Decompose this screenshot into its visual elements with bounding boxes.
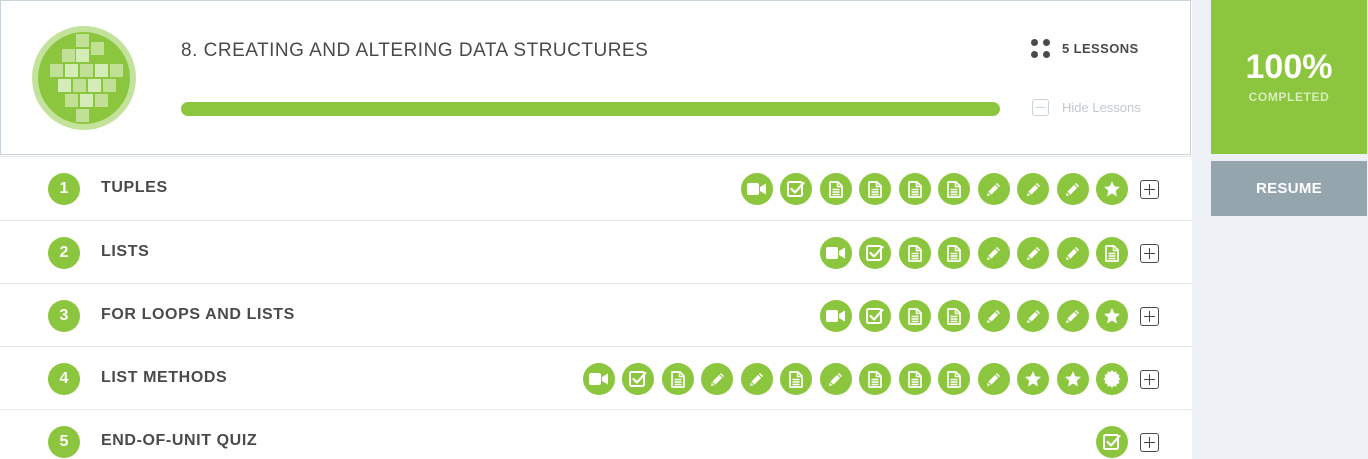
hide-lessons-toggle[interactable]: Hide Lessons xyxy=(1032,99,1141,116)
lesson-row: 4 LIST METHODS xyxy=(0,346,1192,409)
pencil-icon[interactable] xyxy=(740,363,773,395)
unit-progress-bar xyxy=(181,102,1000,116)
video-icon[interactable] xyxy=(819,237,852,269)
pencil-icon[interactable] xyxy=(1056,237,1089,269)
pencil-icon[interactable] xyxy=(819,363,852,395)
lesson-row: 2 LISTS xyxy=(0,220,1192,283)
checkbox-icon[interactable] xyxy=(780,173,812,205)
video-icon[interactable] xyxy=(582,363,615,395)
document-icon[interactable] xyxy=(859,363,891,395)
lesson-row: 3 FOR LOOPS AND LISTS xyxy=(0,283,1192,346)
pencil-icon[interactable] xyxy=(701,363,733,395)
star-icon[interactable] xyxy=(1017,363,1049,395)
pencil-icon[interactable] xyxy=(1056,173,1089,205)
unit-progress-fill xyxy=(181,102,1000,116)
lesson-number: 3 xyxy=(48,300,80,332)
video-icon[interactable] xyxy=(819,300,852,332)
completion-percent: 100% xyxy=(1245,48,1333,86)
document-icon[interactable] xyxy=(938,173,970,205)
document-icon[interactable] xyxy=(661,363,694,395)
expand-lesson-icon[interactable] xyxy=(1140,433,1159,452)
pencil-icon[interactable] xyxy=(977,300,1010,332)
lesson-title[interactable]: FOR LOOPS AND LISTS xyxy=(101,306,295,324)
document-icon[interactable] xyxy=(938,363,970,395)
lesson-title[interactable]: TUPLES xyxy=(101,179,168,197)
document-icon[interactable] xyxy=(898,363,931,395)
pencil-icon[interactable] xyxy=(1017,237,1049,269)
pencil-icon[interactable] xyxy=(977,237,1010,269)
video-icon[interactable] xyxy=(740,173,773,205)
grid-dots-icon xyxy=(1031,39,1050,58)
pencil-icon[interactable] xyxy=(1056,300,1089,332)
lesson-number: 5 xyxy=(48,426,80,458)
lessons-count-label: 5 LESSONS xyxy=(1062,41,1139,56)
pixel-puzzle-badge-icon xyxy=(32,26,136,130)
pencil-icon[interactable] xyxy=(977,363,1010,395)
document-icon[interactable] xyxy=(938,300,970,332)
lesson-number: 1 xyxy=(48,173,80,205)
lesson-title[interactable]: END-OF-UNIT QUIZ xyxy=(101,432,257,450)
lessons-count: 5 LESSONS xyxy=(1031,39,1139,58)
checkbox-icon[interactable] xyxy=(859,237,891,269)
expand-lesson-icon[interactable] xyxy=(1140,244,1159,263)
document-icon[interactable] xyxy=(898,173,931,205)
document-icon[interactable] xyxy=(780,363,812,395)
checkbox-icon[interactable] xyxy=(622,363,654,395)
star-icon[interactable] xyxy=(1056,363,1089,395)
checkbox-icon[interactable] xyxy=(1096,426,1128,458)
document-icon[interactable] xyxy=(898,237,931,269)
unit-title: 8. CREATING AND ALTERING DATA STRUCTURES xyxy=(181,40,649,61)
star-icon[interactable] xyxy=(1096,300,1128,332)
pencil-icon[interactable] xyxy=(977,173,1010,205)
completion-box: 100% COMPLETED xyxy=(1211,0,1367,154)
pencil-icon[interactable] xyxy=(1017,300,1049,332)
lesson-number: 4 xyxy=(48,363,80,395)
document-icon[interactable] xyxy=(859,173,891,205)
expand-lesson-icon[interactable] xyxy=(1140,307,1159,326)
hide-lessons-label: Hide Lessons xyxy=(1062,100,1141,115)
document-icon[interactable] xyxy=(898,300,931,332)
expand-lesson-icon[interactable] xyxy=(1140,180,1159,199)
unit-header: 8. CREATING AND ALTERING DATA STRUCTURES… xyxy=(0,0,1191,155)
star-icon[interactable] xyxy=(1096,173,1128,205)
expand-lesson-icon[interactable] xyxy=(1140,370,1159,389)
completion-label: COMPLETED xyxy=(1248,90,1330,104)
document-icon[interactable] xyxy=(819,173,852,205)
seal-icon[interactable] xyxy=(1096,363,1128,395)
document-icon[interactable] xyxy=(1096,237,1128,269)
pencil-icon[interactable] xyxy=(1017,173,1049,205)
checkbox-icon[interactable] xyxy=(859,300,891,332)
lesson-row: 1 TUPLES xyxy=(0,156,1192,219)
resume-button[interactable]: RESUME xyxy=(1211,161,1367,216)
lesson-title[interactable]: LISTS xyxy=(101,243,149,261)
lesson-row: 5 END-OF-UNIT QUIZ xyxy=(0,409,1192,459)
lesson-number: 2 xyxy=(48,237,80,269)
lesson-title[interactable]: LIST METHODS xyxy=(101,369,227,387)
document-icon[interactable] xyxy=(938,237,970,269)
collapse-icon xyxy=(1032,99,1049,116)
